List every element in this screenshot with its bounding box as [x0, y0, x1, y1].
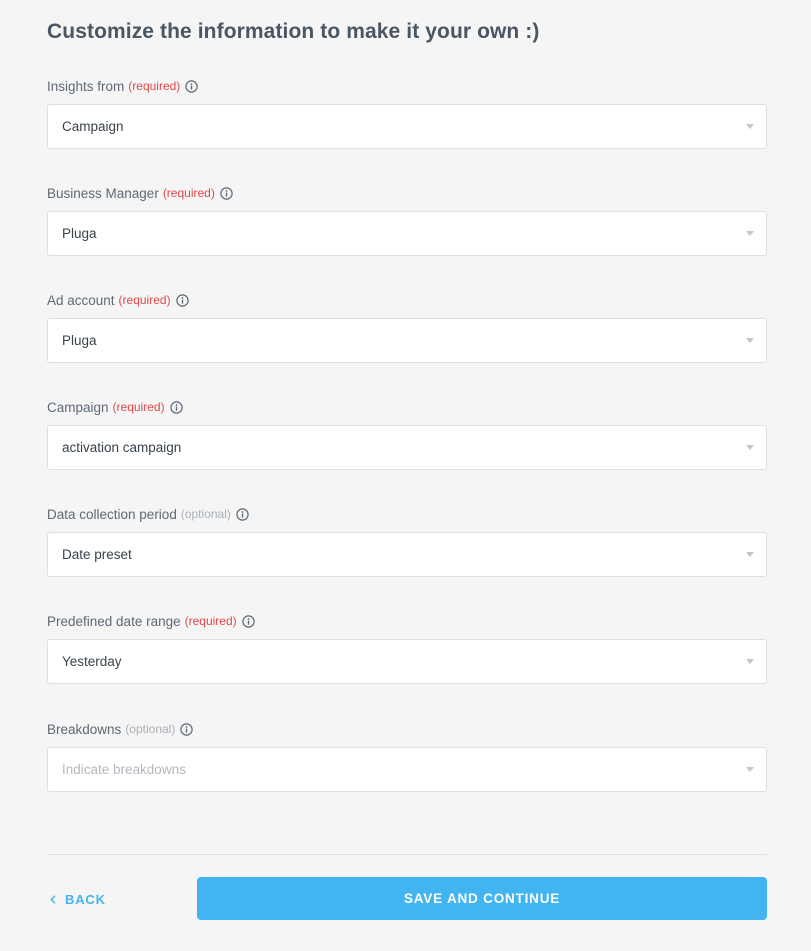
select-value: Pluga: [62, 226, 97, 241]
field-label: Predefined date range: [47, 613, 181, 629]
info-icon[interactable]: [220, 186, 233, 200]
campaign-select[interactable]: activation campaign: [47, 425, 767, 470]
field-insights-from: Insights from (required) Campaign: [47, 77, 767, 149]
field-label: Ad account: [47, 292, 115, 308]
select-value: activation campaign: [62, 440, 182, 455]
field-campaign: Campaign (required) activation campaign: [47, 398, 767, 470]
caret-down-icon: [746, 767, 754, 772]
caret-down-icon: [746, 445, 754, 450]
insights-from-select[interactable]: Campaign: [47, 104, 767, 149]
predefined-date-range-select[interactable]: Yesterday: [47, 639, 767, 684]
caret-down-icon: [746, 659, 754, 664]
ad-account-select[interactable]: Pluga: [47, 318, 767, 363]
field-data-collection-period: Data collection period (optional) Date p…: [47, 505, 767, 577]
info-icon[interactable]: [169, 400, 183, 414]
caret-down-icon: [746, 338, 754, 343]
field-label: Insights from: [47, 78, 125, 94]
required-tag: (required): [128, 79, 181, 93]
field-label: Business Manager: [47, 185, 159, 201]
select-value: Campaign: [62, 119, 124, 134]
field-breakdowns: Breakdowns (optional) Indicate breakdown…: [47, 720, 767, 792]
info-icon[interactable]: [175, 293, 189, 307]
data-collection-period-select[interactable]: Date preset: [47, 532, 767, 577]
field-label: Campaign: [47, 399, 109, 415]
required-tag: (required): [184, 614, 237, 628]
field-ad-account: Ad account (required) Pluga: [47, 291, 767, 363]
customize-form: Customize the information to make it you…: [0, 0, 811, 951]
field-label: Data collection period: [47, 506, 177, 522]
back-button[interactable]: BACK: [50, 890, 106, 908]
required-tag: (required): [118, 293, 171, 307]
info-icon[interactable]: [241, 614, 255, 628]
chevron-left-icon: [50, 894, 56, 904]
select-placeholder: Indicate breakdowns: [62, 762, 186, 777]
field-business-manager: Business Manager (required) Pluga: [47, 184, 767, 256]
info-icon[interactable]: [180, 722, 194, 736]
caret-down-icon: [746, 552, 754, 557]
required-tag: (required): [162, 186, 215, 200]
footer-divider: [47, 854, 767, 855]
select-value: Date preset: [62, 547, 132, 562]
optional-tag: (optional): [125, 722, 176, 736]
page-title: Customize the information to make it you…: [47, 20, 540, 43]
caret-down-icon: [746, 124, 754, 129]
info-icon[interactable]: [236, 507, 249, 521]
business-manager-select[interactable]: Pluga: [47, 211, 767, 256]
select-value: Yesterday: [62, 654, 122, 669]
breakdowns-select[interactable]: Indicate breakdowns: [47, 747, 767, 792]
save-and-continue-button[interactable]: SAVE AND CONTINUE: [197, 877, 767, 920]
back-label: BACK: [65, 891, 106, 907]
select-value: Pluga: [62, 333, 97, 348]
caret-down-icon: [746, 231, 754, 236]
optional-tag: (optional): [180, 507, 231, 521]
field-predefined-date-range: Predefined date range (required) Yesterd…: [47, 612, 767, 684]
required-tag: (required): [112, 400, 165, 414]
field-label: Breakdowns: [47, 721, 122, 737]
info-icon[interactable]: [185, 79, 199, 93]
